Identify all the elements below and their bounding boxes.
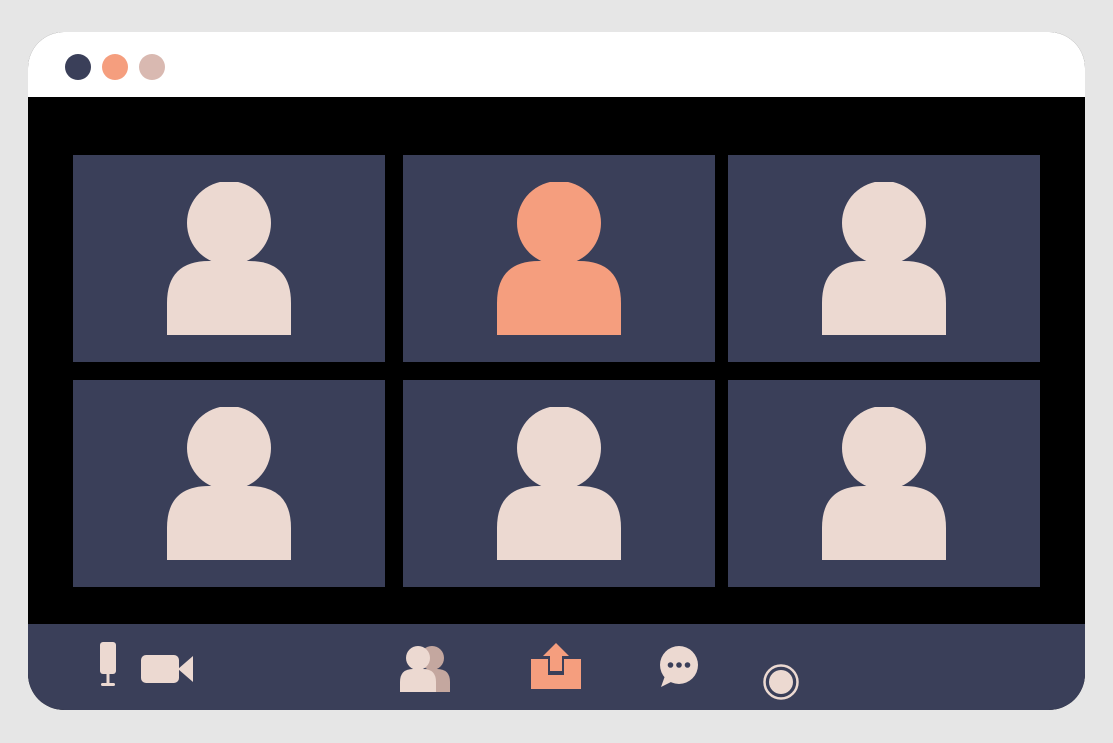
meeting-window <box>28 32 1085 710</box>
close-window-button[interactable] <box>65 54 91 80</box>
participants-button[interactable] <box>400 644 450 697</box>
avatar-icon <box>497 407 621 560</box>
participant-tile-5[interactable] <box>403 380 715 587</box>
avatar-icon <box>167 182 291 335</box>
participants-icon <box>400 646 450 692</box>
participant-tile-3[interactable] <box>728 155 1040 362</box>
participant-tile-4[interactable] <box>73 380 385 587</box>
camera-button[interactable] <box>141 654 194 689</box>
avatar-icon <box>822 407 946 560</box>
title-bar <box>28 32 1085 97</box>
share-screen-button[interactable] <box>531 643 581 694</box>
microphone-icon <box>100 642 116 686</box>
meeting-toolbar <box>28 624 1085 710</box>
participant-tile-2[interactable] <box>403 155 715 362</box>
avatar-icon <box>822 182 946 335</box>
chat-button[interactable] <box>658 646 700 693</box>
avatar-icon <box>497 182 621 335</box>
record-icon <box>763 664 799 700</box>
minimize-window-button[interactable] <box>102 54 128 80</box>
video-camera-icon <box>141 655 193 683</box>
video-grid <box>28 97 1085 624</box>
microphone-button[interactable] <box>98 642 118 693</box>
avatar-icon <box>167 407 291 560</box>
record-button[interactable] <box>762 663 800 706</box>
maximize-window-button[interactable] <box>139 54 165 80</box>
participant-tile-6[interactable] <box>728 380 1040 587</box>
participant-tile-1[interactable] <box>73 155 385 362</box>
share-screen-icon <box>531 643 581 689</box>
chat-icon <box>660 646 698 687</box>
